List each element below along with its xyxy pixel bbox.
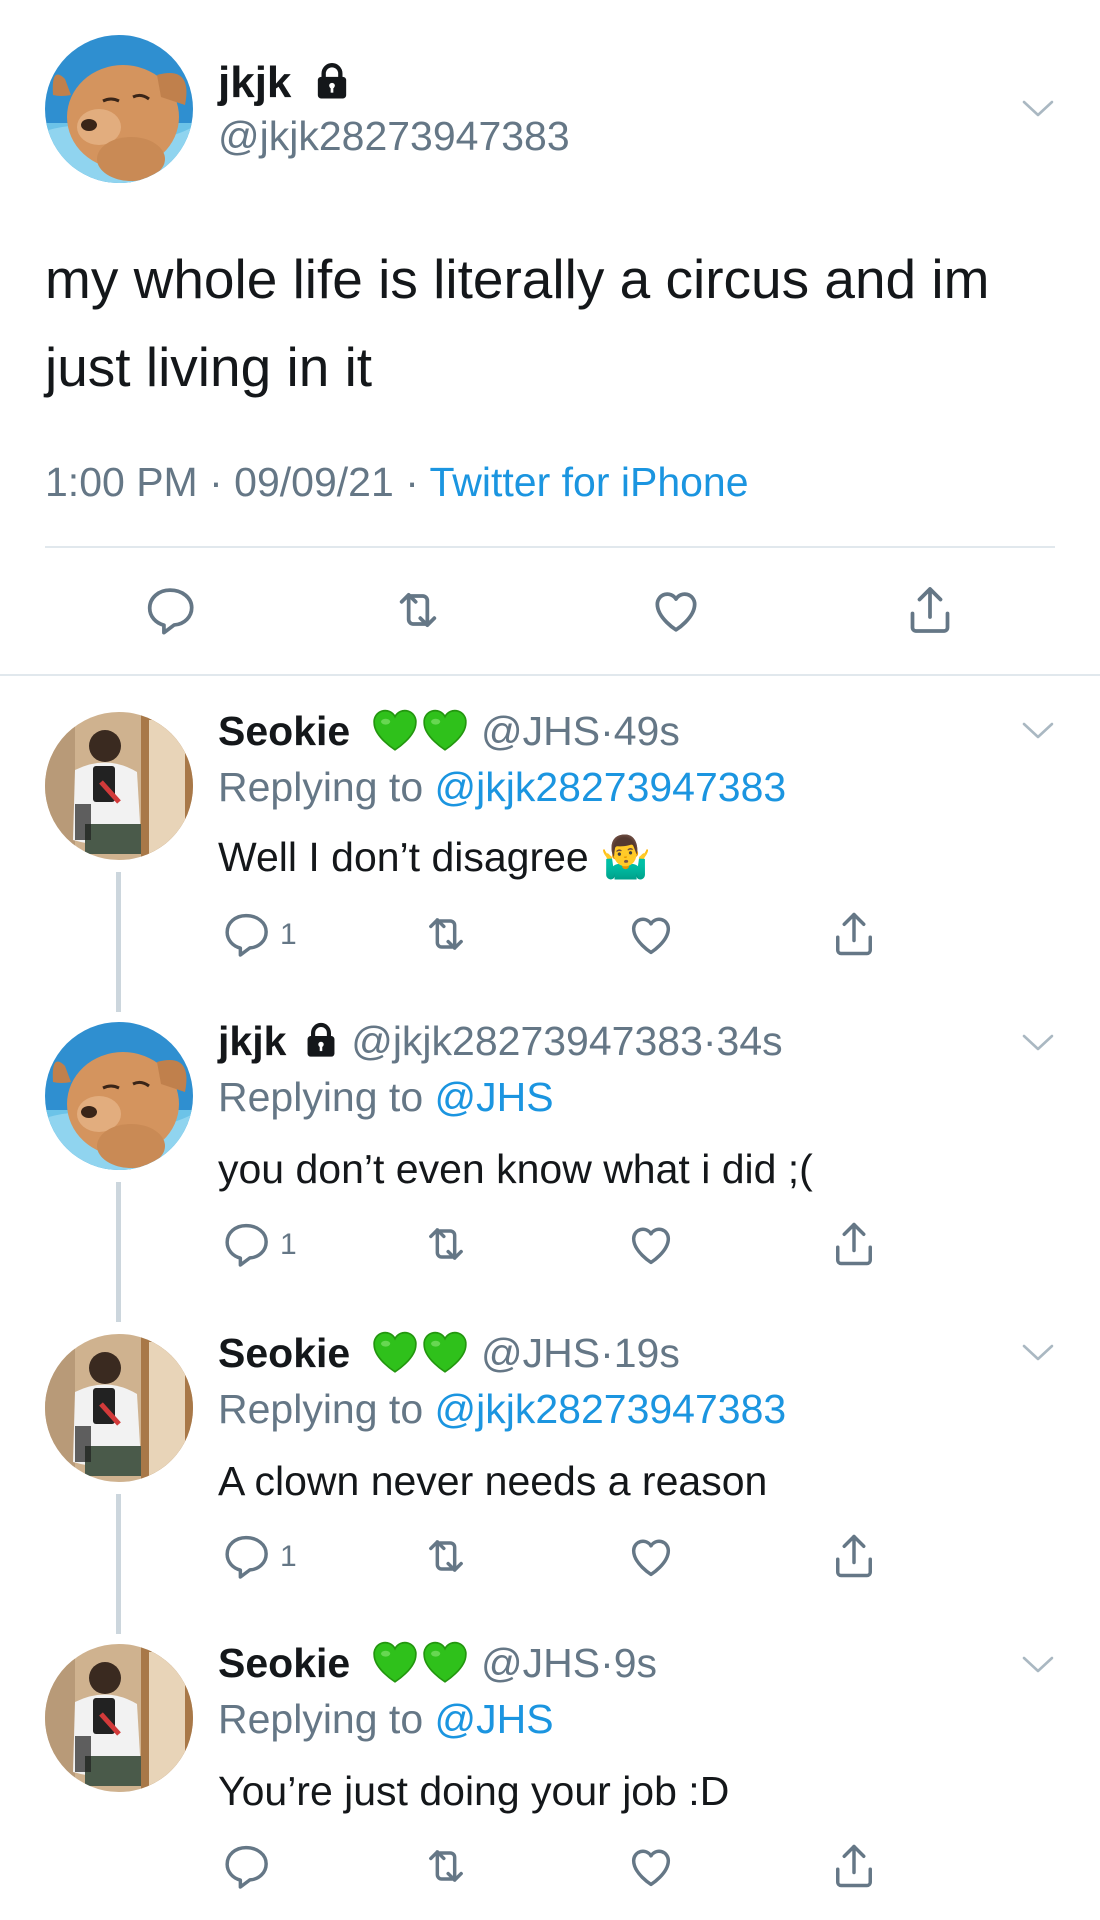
retweet-icon[interactable] <box>420 1840 472 1892</box>
mirror-selfie-avatar-image <box>45 1644 193 1792</box>
reply-age: 49s <box>613 708 680 754</box>
green-heart-icon <box>420 1637 470 1687</box>
like-icon[interactable] <box>648 582 704 638</box>
reply-handle: @jkjk28273947383 <box>351 1018 703 1064</box>
reply-author-name[interactable]: Seokie <box>218 708 350 754</box>
mirror-selfie-avatar-image <box>45 1334 193 1482</box>
reply-text: Well I don’t disagree 🤷‍♂️ <box>218 834 652 880</box>
reply-header: jkjk @jkjk28273947383·34s <box>218 1018 783 1064</box>
reply-icon[interactable] <box>220 908 272 960</box>
share-icon[interactable] <box>828 908 880 960</box>
author-handle: @jkjk28273947383 <box>218 113 570 159</box>
puppy-avatar-image <box>45 1022 193 1170</box>
retweet-icon[interactable] <box>420 1218 472 1270</box>
puppy-avatar-image <box>45 35 193 183</box>
reply-header: Seokie @JHS·19s <box>218 1328 680 1378</box>
reply-icon[interactable] <box>220 1218 272 1270</box>
like-icon[interactable] <box>625 1218 677 1270</box>
reply-text: you don’t even know what i did ;( <box>218 1146 813 1192</box>
author-name-row[interactable]: jkjk <box>218 58 352 108</box>
replying-to-line: Replying to @JHS <box>218 1696 554 1742</box>
retweet-icon[interactable] <box>390 582 446 638</box>
retweet-icon[interactable] <box>420 1530 472 1582</box>
tweet-date: 09/09/21 <box>234 459 394 505</box>
reply-text: A clown never needs a reason <box>218 1458 768 1504</box>
reply-author-name[interactable]: jkjk <box>218 1018 286 1064</box>
retweet-icon[interactable] <box>420 908 472 960</box>
author-name: jkjk <box>218 58 292 107</box>
tweet-text: my whole life is literally a circus and … <box>45 248 990 398</box>
reply-icon[interactable] <box>220 1840 272 1892</box>
reply-avatar[interactable] <box>45 1334 193 1482</box>
reply-age: 9s <box>613 1640 658 1686</box>
green-heart-icon <box>370 705 420 755</box>
reply-handle: @JHS <box>481 708 601 754</box>
green-heart-icon <box>420 1327 470 1377</box>
like-icon[interactable] <box>625 1530 677 1582</box>
thread-line <box>116 872 121 1012</box>
reply-age: 19s <box>613 1330 680 1376</box>
reply-count: 1 <box>280 918 297 951</box>
reply-handle: @JHS <box>481 1640 601 1686</box>
tweet-time: 1:00 PM <box>45 459 198 505</box>
share-icon[interactable] <box>902 582 958 638</box>
green-heart-icon <box>370 1327 420 1377</box>
reply-age: 34s <box>716 1018 783 1064</box>
lock-icon <box>302 1021 340 1059</box>
tweet-menu-chevron-icon[interactable] <box>1020 96 1056 120</box>
thread-line <box>116 1182 121 1322</box>
reply-handle: @JHS <box>481 1330 601 1376</box>
reply-header: Seokie @JHS·9s <box>218 1638 657 1688</box>
reply-count: 1 <box>280 1540 297 1573</box>
reply-author-name[interactable]: Seokie <box>218 1640 350 1686</box>
divider <box>45 546 1055 548</box>
tweet-meta: 1:00 PM · 09/09/21 · Twitter for iPhone <box>45 459 749 505</box>
tweet-source-link[interactable]: Twitter for iPhone <box>430 459 749 505</box>
reply-author-name[interactable]: Seokie <box>218 1330 350 1376</box>
mirror-selfie-avatar-image <box>45 712 193 860</box>
replying-to-link[interactable]: @jkjk28273947383 <box>435 1386 787 1432</box>
reply-icon[interactable] <box>220 1530 272 1582</box>
reply-menu-chevron-icon[interactable] <box>1020 1340 1056 1364</box>
replying-to-line: Replying to @jkjk28273947383 <box>218 1386 787 1432</box>
replying-to-link[interactable]: @JHS <box>435 1074 554 1120</box>
replying-to-link[interactable]: @JHS <box>435 1696 554 1742</box>
thread-line <box>116 1494 121 1634</box>
shrug-emoji: 🤷‍♂️ <box>600 834 652 880</box>
reply-menu-chevron-icon[interactable] <box>1020 1030 1056 1054</box>
reply-avatar[interactable] <box>45 1644 193 1792</box>
lock-icon <box>312 61 352 101</box>
share-icon[interactable] <box>828 1530 880 1582</box>
like-icon[interactable] <box>625 1840 677 1892</box>
green-heart-icon <box>420 705 470 755</box>
reply-count: 1 <box>280 1228 297 1261</box>
reply-menu-chevron-icon[interactable] <box>1020 718 1056 742</box>
author-avatar[interactable] <box>45 35 193 183</box>
share-icon[interactable] <box>828 1840 880 1892</box>
green-heart-icon <box>370 1637 420 1687</box>
reply-text: You’re just doing your job :D <box>218 1768 730 1814</box>
reply-header: Seokie @JHS·49s <box>218 706 680 756</box>
reply-menu-chevron-icon[interactable] <box>1020 1652 1056 1676</box>
replying-to-line: Replying to @JHS <box>218 1074 554 1120</box>
section-divider <box>0 674 1100 676</box>
reply-icon[interactable] <box>142 582 198 638</box>
reply-avatar[interactable] <box>45 1022 193 1170</box>
like-icon[interactable] <box>625 908 677 960</box>
share-icon[interactable] <box>828 1218 880 1270</box>
replying-to-line: Replying to @jkjk28273947383 <box>218 764 787 810</box>
replying-to-link[interactable]: @jkjk28273947383 <box>435 764 787 810</box>
reply-avatar[interactable] <box>45 712 193 860</box>
